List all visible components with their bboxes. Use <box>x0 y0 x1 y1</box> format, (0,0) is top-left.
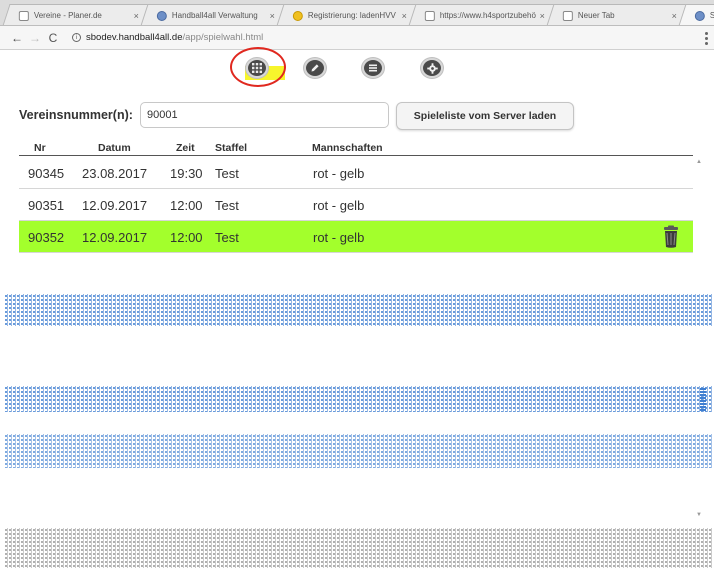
close-icon[interactable]: × <box>270 11 275 21</box>
header-divider <box>19 155 693 156</box>
pencil-icon <box>311 64 319 72</box>
pencil-icon-button[interactable] <box>304 58 326 78</box>
close-icon[interactable]: × <box>402 11 407 21</box>
tab-title: Registrierung: ladenHVV <box>307 11 396 20</box>
gear-icon <box>426 62 438 74</box>
pattern-artifact-4 <box>4 528 712 568</box>
cell-zeit: 19:30 <box>170 166 203 181</box>
header-mannschaften: Mannschaften <box>312 142 383 154</box>
annotation-ring <box>230 47 286 87</box>
circle-icon <box>292 10 303 21</box>
url-field[interactable]: i sbodev.handball4all.de/app/spielwahl.h… <box>72 32 263 43</box>
cell-datum: 12.09.2017 <box>82 198 148 213</box>
handball-icon <box>694 10 705 21</box>
cell-mannschaften: rot - gelb <box>313 198 365 213</box>
scroll-down-arrow[interactable]: ▼ <box>696 512 702 518</box>
tab-title: Sp <box>709 11 714 20</box>
tab-title: https://www.h4sportzubehör <box>439 11 536 20</box>
list-icon <box>369 64 377 72</box>
scroll-up-arrow[interactable]: ▲ <box>696 159 702 165</box>
close-icon[interactable]: × <box>672 11 677 21</box>
page-icon <box>18 10 29 21</box>
page-icon <box>562 10 573 21</box>
cell-staffel: Test <box>215 198 239 213</box>
cell-zeit: 12:00 <box>170 198 203 213</box>
url-host: sbodev.handball4all.de <box>86 32 183 43</box>
tab-title: Neuer Tab <box>577 11 615 20</box>
load-games-button[interactable]: Spieleliste vom Server laden <box>396 102 574 130</box>
close-icon[interactable]: × <box>134 11 139 21</box>
browser-tab-4[interactable]: https://www.h4sportzubehör × <box>408 4 556 25</box>
tab-title: Handball4all Verwaltung <box>171 11 258 20</box>
cell-nr: 90345 <box>28 166 65 181</box>
address-bar: ← → C i sbodev.handball4all.de/app/spiel… <box>0 26 714 50</box>
pattern-artifact-2 <box>4 386 712 412</box>
close-icon[interactable]: × <box>540 11 545 21</box>
cell-nr: 90351 <box>28 198 65 213</box>
url-path: /app/spielwahl.html <box>182 32 264 43</box>
pattern-artifact-bar <box>700 388 706 412</box>
forward-button[interactable]: → <box>26 31 44 45</box>
browser-tab-6[interactable]: Sp <box>678 4 714 25</box>
table-row[interactable]: 90345 23.08.2017 19:30 Test rot - gelb <box>19 157 693 189</box>
browser-tab-2[interactable]: Handball4all Verwaltung × <box>140 4 286 25</box>
cell-datum: 12.09.2017 <box>82 230 148 245</box>
table-row[interactable]: 90351 12.09.2017 12:00 Test rot - gelb <box>19 189 693 221</box>
handball-icon <box>156 10 167 21</box>
gear-icon-button[interactable] <box>421 58 443 78</box>
browser-tab-1[interactable]: Vereine - Planer.de × <box>2 4 150 25</box>
table-header: Nr Datum Zeit Staffel Mannschaften <box>19 142 693 156</box>
cell-nr: 90352 <box>28 230 65 245</box>
vereinsnummer-label: Vereinsnummer(n): <box>19 108 133 122</box>
cell-zeit: 12:00 <box>170 230 203 245</box>
table-row-selected[interactable]: 90352 12.09.2017 12:00 Test rot - gelb <box>19 221 693 253</box>
cell-mannschaften: rot - gelb <box>313 166 365 181</box>
back-button[interactable]: ← <box>8 31 26 45</box>
header-zeit: Zeit <box>176 142 195 154</box>
tab-title: Vereine - Planer.de <box>33 11 102 20</box>
vereinsnummer-input[interactable] <box>140 102 389 128</box>
header-datum: Datum <box>98 142 131 154</box>
list-icon-button[interactable] <box>362 58 384 78</box>
cell-staffel: Test <box>215 230 239 245</box>
cell-datum: 23.08.2017 <box>82 166 148 181</box>
reload-button[interactable]: C <box>44 31 62 45</box>
pattern-artifact-3 <box>4 434 712 468</box>
pattern-artifact-1 <box>4 294 712 326</box>
trash-icon[interactable] <box>661 225 681 249</box>
menu-icon[interactable] <box>705 32 708 47</box>
cell-staffel: Test <box>215 166 239 181</box>
browser-tab-strip: Vereine - Planer.de × Handball4all Verwa… <box>0 0 714 26</box>
page-icon <box>424 10 435 21</box>
header-staffel: Staffel <box>215 142 248 154</box>
header-nr: Nr <box>34 142 46 154</box>
cell-mannschaften: rot - gelb <box>313 230 365 245</box>
browser-tab-3[interactable]: Registrierung: ladenHVV × <box>276 4 418 25</box>
info-icon[interactable]: i <box>72 33 81 42</box>
browser-tab-5[interactable]: Neuer Tab × <box>546 4 688 25</box>
